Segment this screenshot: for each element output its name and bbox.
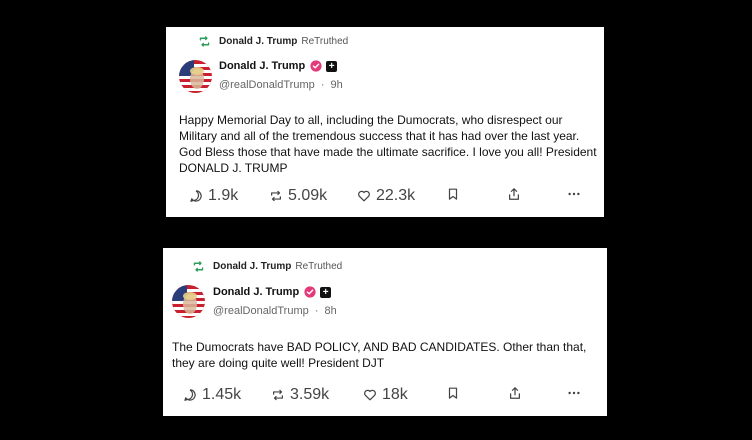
retruth-icon	[199, 36, 210, 47]
post-time[interactable]: 8h	[325, 305, 337, 317]
like-button[interactable]: 22.3k	[357, 187, 415, 205]
handle-row: @realDonaldTrump · 8h	[213, 305, 337, 317]
like-count: 18k	[382, 386, 408, 403]
retruth-header: Donald J. Trump ReTruthed	[198, 35, 348, 48]
plus-badge-icon: +	[320, 286, 332, 298]
retruth-header: Donald J. Trump ReTruthed	[192, 260, 342, 273]
bookmark-button[interactable]	[446, 187, 465, 201]
post-text: The Dumocrats have BAD POLICY, AND BAD C…	[172, 340, 587, 370]
share-icon	[509, 188, 519, 200]
retruth-count: 3.59k	[290, 386, 330, 403]
avatar[interactable]	[172, 285, 205, 318]
author-handle[interactable]: @realDonaldTrump	[219, 79, 315, 91]
retruth-action-icon	[273, 389, 283, 401]
author-handle[interactable]: @realDonaldTrump	[213, 305, 309, 317]
post-text: Happy Memorial Day to all, including the…	[179, 113, 597, 175]
share-icon	[510, 387, 520, 399]
like-count: 22.3k	[376, 187, 416, 204]
like-icon	[364, 389, 376, 401]
more-button[interactable]	[567, 187, 586, 201]
share-button[interactable]	[507, 187, 526, 201]
bookmark-icon	[448, 188, 458, 200]
retruth-button[interactable]: 5.09k	[269, 187, 327, 205]
author-name[interactable]: Donald J. Trump	[219, 60, 305, 72]
retruth-button[interactable]: 3.59k	[271, 386, 329, 404]
reply-icon	[190, 190, 202, 202]
author-row: Donald J. Trump +	[213, 286, 332, 298]
plus-badge-icon: +	[326, 60, 338, 72]
more-button[interactable]	[567, 386, 586, 400]
retruth-label: ReTruthed	[295, 261, 343, 272]
reply-button[interactable]: 1.9k	[189, 187, 238, 205]
post-time[interactable]: 9h	[331, 79, 343, 91]
more-icon	[568, 192, 580, 196]
retruth-count: 5.09k	[288, 187, 328, 204]
reply-icon	[184, 389, 196, 401]
author-name[interactable]: Donald J. Trump	[213, 286, 299, 298]
more-icon	[568, 391, 580, 395]
reply-count: 1.9k	[208, 187, 239, 204]
separator: ·	[320, 79, 325, 91]
like-icon	[358, 190, 370, 202]
like-button[interactable]: 18k	[363, 386, 408, 404]
handle-row: @realDonaldTrump · 9h	[219, 79, 343, 91]
retruth-action-icon	[271, 190, 281, 202]
retruth-label: ReTruthed	[301, 36, 349, 47]
verified-icon	[304, 286, 316, 298]
flag-avatar-image	[179, 60, 212, 93]
share-button[interactable]	[508, 386, 527, 400]
retruth-author[interactable]: Donald J. Trump	[213, 261, 291, 272]
retruth-icon	[193, 261, 204, 272]
separator: ·	[314, 305, 319, 317]
reply-button[interactable]: 1.45k	[183, 386, 241, 404]
flag-avatar-image	[172, 285, 205, 318]
author-row: Donald J. Trump +	[219, 60, 338, 72]
bookmark-button[interactable]	[446, 386, 465, 400]
post-card-2[interactable]: Donald J. Trump ReTruthed Donald J. Trum…	[163, 248, 607, 416]
verified-icon	[310, 60, 322, 72]
avatar[interactable]	[179, 60, 212, 93]
post-card-1[interactable]: Donald J. Trump ReTruthed Donald J. Trum…	[166, 27, 604, 217]
retruth-author[interactable]: Donald J. Trump	[219, 36, 297, 47]
reply-count: 1.45k	[202, 386, 242, 403]
bookmark-icon	[448, 387, 458, 399]
